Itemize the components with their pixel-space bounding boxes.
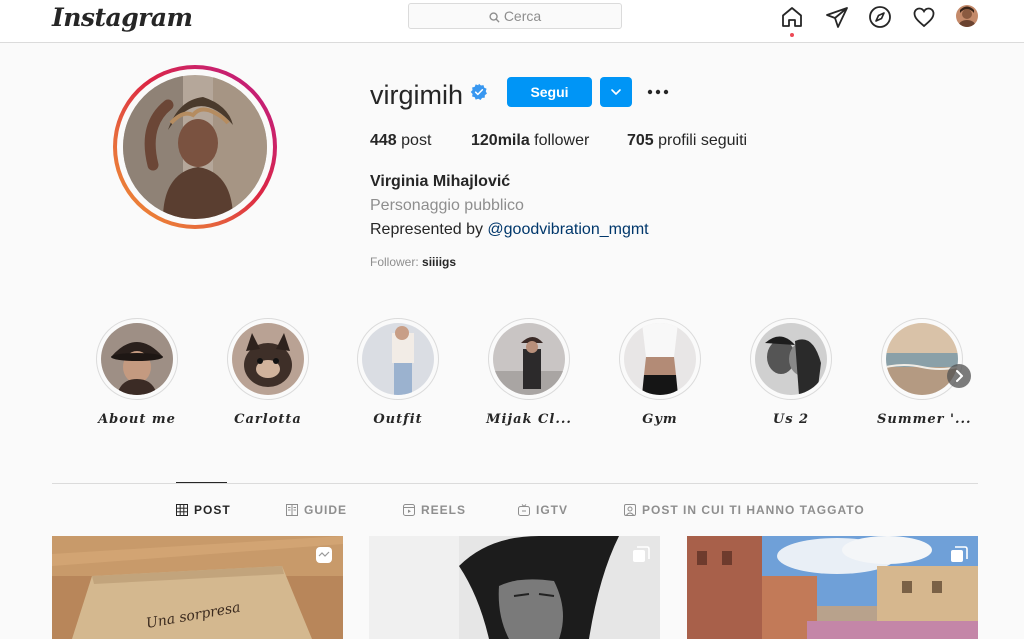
search-placeholder: Cerca xyxy=(503,8,542,24)
profile-avatar-icon[interactable] xyxy=(956,5,978,27)
highlight-mijak[interactable]: Mijak Cl... xyxy=(484,318,574,427)
tabs-divider xyxy=(52,483,978,484)
post-tile[interactable] xyxy=(369,536,660,639)
highlight-cover xyxy=(755,323,827,395)
home-icon[interactable] xyxy=(780,5,804,29)
chevron-right-icon xyxy=(956,370,963,382)
highlight-ring xyxy=(619,318,701,400)
post-tile[interactable] xyxy=(687,536,978,639)
highlight-ring xyxy=(227,318,309,400)
grid-icon xyxy=(176,504,188,516)
highlight-ring xyxy=(96,318,178,400)
follow-button[interactable]: Segui xyxy=(507,77,592,107)
highlight-carlotta[interactable]: Carlotta xyxy=(223,318,313,427)
tab-posts[interactable]: POST xyxy=(176,503,231,517)
highlight-label: Summer '... xyxy=(877,412,972,427)
posts-count-label: post xyxy=(401,132,432,149)
following-count[interactable]: 705 profili seguiti xyxy=(627,132,747,150)
chevron-down-icon xyxy=(611,89,621,95)
profile-username: virgimih xyxy=(370,80,464,110)
tab-reels[interactable]: REELS xyxy=(403,503,466,517)
igtv-icon xyxy=(518,504,530,516)
highlight-gym[interactable]: Gym xyxy=(615,318,705,427)
options-more-icon[interactable] xyxy=(646,82,670,102)
following-count-label: profili seguiti xyxy=(658,132,748,149)
highlight-label: Us 2 xyxy=(772,412,810,427)
highlight-ring xyxy=(750,318,832,400)
carousel-icon xyxy=(633,546,650,562)
post-thumbnail xyxy=(369,536,660,639)
tab-guides[interactable]: GUIDE xyxy=(286,503,347,517)
direct-icon[interactable] xyxy=(825,5,849,29)
highlight-cover xyxy=(624,323,696,395)
verified-badge-icon xyxy=(470,83,487,100)
profile-photo xyxy=(123,75,267,219)
bio-mention-link[interactable]: @goodvibration_mgmt xyxy=(487,221,648,238)
highlight-label: Outfit xyxy=(373,412,423,427)
profile-avatar-story-ring[interactable] xyxy=(113,65,277,229)
highlight-cover xyxy=(232,323,304,395)
instagram-logo[interactable]: Instagram xyxy=(52,3,193,32)
highlight-cover xyxy=(101,323,173,395)
highlight-label: Carlotta xyxy=(234,412,302,427)
notification-dot xyxy=(790,33,794,37)
suggested-accounts-button[interactable] xyxy=(600,77,632,107)
reels-icon xyxy=(403,504,415,516)
following-count-value: 705 xyxy=(627,132,654,149)
profile-bio: Represented by @goodvibration_mgmt xyxy=(370,221,649,239)
followers-count[interactable]: 120mila follower xyxy=(471,132,589,150)
highlight-us-2[interactable]: Us 2 xyxy=(746,318,836,427)
highlight-outfit[interactable]: Outfit xyxy=(353,318,443,427)
tab-igtv[interactable]: IGTV xyxy=(518,503,568,517)
followed-by-user[interactable]: siiiigs xyxy=(422,255,456,269)
highlight-ring xyxy=(357,318,439,400)
search-icon xyxy=(489,12,500,23)
highlight-label: Gym xyxy=(642,412,678,427)
followed-by[interactable]: Follower: siiiigs xyxy=(370,255,456,269)
carousel-icon xyxy=(951,546,968,562)
highlight-about-me[interactable]: About me xyxy=(92,318,182,427)
profile-category: Personaggio pubblico xyxy=(370,197,524,214)
highlight-label: About me xyxy=(98,412,176,427)
posts-count: 448 post xyxy=(370,132,431,150)
followed-by-label: Follower: xyxy=(370,255,423,269)
highlight-label: Mijak Cl... xyxy=(486,412,572,427)
top-nav-bar: Instagram Cerca xyxy=(0,0,1024,43)
highlight-cover xyxy=(493,323,565,395)
followers-count-label: follower xyxy=(534,132,590,149)
reel-icon xyxy=(316,547,332,563)
tab-label: POST IN CUI TI HANNO TAGGATO xyxy=(642,503,865,517)
tab-label: POST xyxy=(194,503,231,517)
tab-label: GUIDE xyxy=(304,503,348,517)
search-input[interactable]: Cerca xyxy=(408,3,622,29)
activity-heart-icon[interactable] xyxy=(912,5,936,29)
post-thumbnail: Una sorpresa xyxy=(52,536,343,639)
active-tab-indicator xyxy=(176,482,227,483)
followers-count-value: 120mila xyxy=(471,132,530,149)
post-tile[interactable]: Una sorpresa xyxy=(52,536,343,639)
highlight-ring xyxy=(488,318,570,400)
profile-full-name: Virginia Mihajlović xyxy=(370,173,511,190)
tagged-icon xyxy=(624,504,636,516)
post-thumbnail xyxy=(687,536,978,639)
guide-icon xyxy=(286,504,298,516)
highlight-cover xyxy=(362,323,434,395)
highlights-next-button[interactable] xyxy=(947,364,971,388)
tab-tagged[interactable]: POST IN CUI TI HANNO TAGGATO xyxy=(624,503,865,517)
tab-label: IGTV xyxy=(536,503,569,517)
bio-text: Represented by xyxy=(370,221,488,238)
tab-label: REELS xyxy=(421,503,467,517)
posts-count-value: 448 xyxy=(370,132,397,149)
explore-icon[interactable] xyxy=(868,5,892,29)
